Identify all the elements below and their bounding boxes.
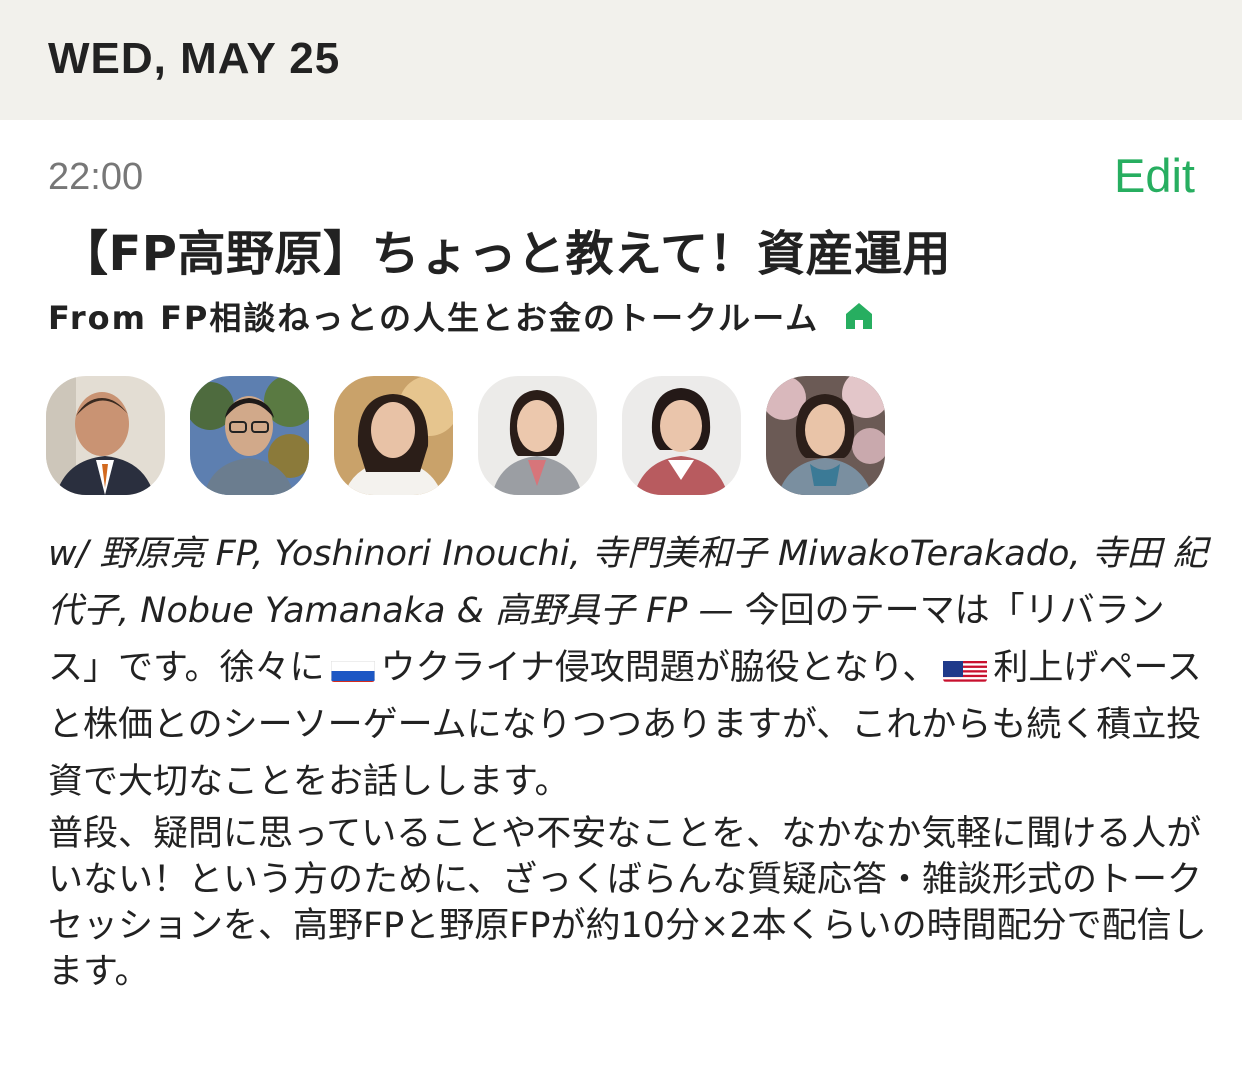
separator: —	[687, 591, 745, 631]
description-text: ウクライナ侵攻問題が脇役となり、	[380, 648, 938, 688]
avatar[interactable]	[622, 376, 741, 495]
avatar[interactable]	[190, 376, 309, 495]
event-description: w/ 野原亮 FP, Yoshinori Inouchi, 寺門美和子 Miwa…	[48, 526, 1208, 995]
home-icon	[843, 300, 875, 332]
host-name[interactable]: Yoshinori Inouchi	[274, 534, 569, 574]
club-link[interactable]: From FP相談ねっとの人生とお金のトークルーム	[48, 296, 875, 337]
host-prefix: w/	[48, 534, 100, 574]
avatar[interactable]	[334, 376, 453, 495]
host-name[interactable]: 野原亮 FP	[100, 534, 253, 574]
date-header: WED, MAY 25	[0, 0, 1242, 120]
event-time: 22:00	[48, 156, 144, 198]
separator: ,	[118, 591, 141, 631]
edit-button[interactable]: Edit	[1114, 148, 1195, 203]
club-from-label: From FP相談ねっとの人生とお金のトークルーム	[48, 299, 820, 337]
separator: ,	[1069, 534, 1092, 574]
avatar[interactable]	[766, 376, 885, 495]
separator: &	[445, 591, 495, 631]
host-name[interactable]: Nobue Yamanaka	[140, 591, 445, 631]
date-label: WED, MAY 25	[48, 34, 341, 83]
description-paragraph: 普段、疑問に思っていることや不安なことを、なかなか気軽に聞ける人がいない！という…	[48, 814, 1207, 992]
avatar[interactable]	[46, 376, 165, 495]
avatar[interactable]	[478, 376, 597, 495]
host-avatars	[46, 376, 885, 495]
host-name[interactable]: 寺門美和子 MiwakoTerakado	[592, 534, 1070, 574]
separator: ,	[569, 534, 592, 574]
usa-flag-icon	[943, 652, 988, 682]
russia-flag-icon	[330, 652, 375, 682]
host-name[interactable]: 高野具子 FP	[495, 591, 687, 631]
event-title[interactable]: 【FP高野原】ちょっと教えて！資産運用	[60, 214, 951, 284]
separator: ,	[252, 534, 275, 574]
